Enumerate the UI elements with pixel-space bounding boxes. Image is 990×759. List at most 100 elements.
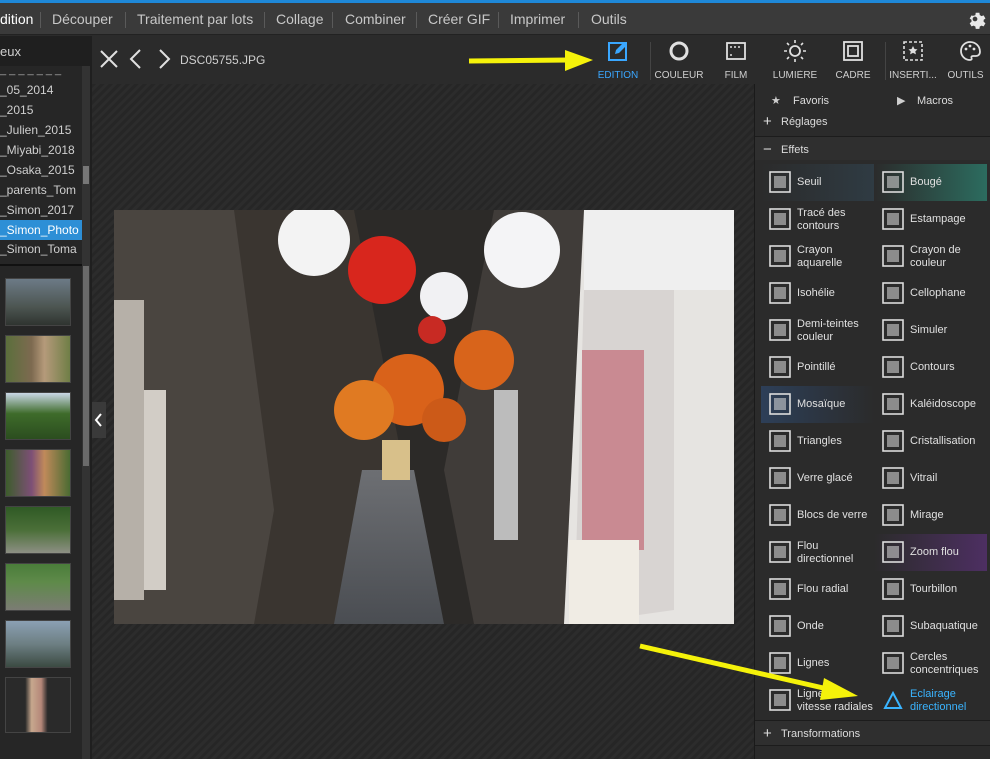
- effect-label: Mosaïque: [797, 398, 846, 410]
- menu-separator: [332, 12, 333, 28]
- mode-lumiere-button[interactable]: LUMIÈRE: [763, 36, 827, 84]
- reglages-section[interactable]: + Réglages: [755, 112, 990, 132]
- effect-label: Blocs de verre: [797, 509, 868, 521]
- effect-label: Triangles: [797, 435, 842, 447]
- thumbnail-scrollbar-thumb[interactable]: [83, 266, 89, 466]
- mode-outils-button[interactable]: OUTILS: [941, 36, 990, 84]
- effect-label: Estampage: [910, 213, 966, 225]
- folder-item[interactable]: _parents_Tom: [0, 180, 82, 200]
- effect-label: Flou radial: [797, 583, 849, 595]
- effect-trace-contours-button[interactable]: Tracé des contours: [761, 201, 874, 238]
- effect-directional-blur-button[interactable]: Flou directionnel: [761, 534, 874, 571]
- effect-swirl-button[interactable]: Tourbillon: [874, 571, 987, 608]
- menu-traitement-par-lots[interactable]: Traitement par lots: [137, 3, 253, 35]
- effect-label: Cristallisation: [910, 435, 976, 447]
- menu-creer-gif[interactable]: Créer GIF: [428, 3, 490, 35]
- effect-concentric-circles-button[interactable]: Cercles concentriques: [874, 645, 987, 682]
- menu-combiner[interactable]: Combiner: [345, 3, 406, 35]
- favoris-tab[interactable]: Favoris: [793, 95, 829, 107]
- menu-outils[interactable]: Outils: [591, 3, 627, 35]
- effect-label: Bougé: [910, 176, 942, 188]
- folder-item[interactable]: _05_2014: [0, 80, 82, 100]
- folder-tree-header: eux: [0, 44, 21, 59]
- effect-emboss-button[interactable]: Estampage: [874, 201, 987, 238]
- effect-frosted-glass-button[interactable]: Verre glacé: [761, 460, 874, 497]
- folder-item[interactable]: _Miyabi_2018: [0, 140, 82, 160]
- mode-insertion-button[interactable]: INSERTI...: [881, 36, 945, 84]
- effect-pencil-button[interactable]: Crayon de couleur: [874, 238, 987, 275]
- menu-decouper[interactable]: Découper: [52, 3, 113, 35]
- annotation-arrow-edition: [468, 50, 593, 71]
- thumbnail-scrollbar[interactable]: [82, 266, 90, 759]
- mode-film-button[interactable]: FILM: [704, 36, 768, 84]
- effect-watercolor-button[interactable]: Crayon aquarelle: [761, 238, 874, 275]
- thumbnail[interactable]: [5, 392, 71, 440]
- effect-cellophane-button[interactable]: Cellophane: [874, 275, 987, 312]
- thumbnail[interactable]: [5, 335, 71, 383]
- folder-item[interactable]: _Simon_2017: [0, 200, 82, 220]
- effect-label: Contours: [910, 361, 955, 373]
- folder-item[interactable]: _Osaka_2015: [0, 160, 82, 180]
- effect-mosaic-button[interactable]: Mosaïque: [761, 386, 874, 423]
- shake-icon: [882, 171, 904, 193]
- folder-scrollbar[interactable]: [82, 66, 90, 294]
- thumbnail[interactable]: [5, 449, 71, 497]
- effect-threshold-button[interactable]: Seuil: [761, 164, 874, 201]
- effect-pointillism-button[interactable]: Pointillé: [761, 349, 874, 386]
- menu-imprimer[interactable]: Imprimer: [510, 3, 565, 35]
- effect-triangles-button[interactable]: Triangles: [761, 423, 874, 460]
- mirage-icon: [882, 504, 904, 526]
- menu-collage[interactable]: Collage: [276, 3, 323, 35]
- menu-edition[interactable]: dition: [0, 3, 33, 35]
- chevron-left-icon[interactable]: [126, 48, 148, 70]
- thumbnail[interactable]: [5, 506, 71, 554]
- effect-mirage-button[interactable]: Mirage: [874, 497, 987, 534]
- effect-simulate-button[interactable]: Simuler: [874, 312, 987, 349]
- effect-underwater-button[interactable]: Subaquatique: [874, 608, 987, 645]
- collapse-left-panel-button[interactable]: [92, 402, 106, 438]
- effect-radial-blur-button[interactable]: Flou radial: [761, 571, 874, 608]
- close-icon[interactable]: [98, 48, 120, 70]
- zoom-blur-icon: [882, 541, 904, 563]
- effect-posterize-button[interactable]: Isohélie: [761, 275, 874, 312]
- effect-stained-glass-button[interactable]: Vitrail: [874, 460, 987, 497]
- effect-label: Cellophane: [910, 287, 966, 299]
- thumbnail[interactable]: [5, 563, 71, 611]
- folder-scrollbar-thumb[interactable]: [83, 166, 89, 184]
- folder-item-partial[interactable]: _ _ _ _ _ _ _: [0, 66, 82, 80]
- folder-item[interactable]: _2015: [0, 100, 82, 120]
- effect-shake-button[interactable]: Bougé: [874, 164, 987, 201]
- contours-icon: [882, 356, 904, 378]
- folder-item[interactable]: _Julien_2015: [0, 120, 82, 140]
- effect-halftone-button[interactable]: Demi-teintes couleur: [761, 312, 874, 349]
- thumbnail[interactable]: [5, 278, 71, 326]
- effect-label: Subaquatique: [910, 620, 978, 632]
- thumbnail[interactable]: [5, 677, 71, 733]
- effect-crystallize-button[interactable]: Cristallisation: [874, 423, 987, 460]
- mode-cadre-button[interactable]: CADRE: [821, 36, 885, 84]
- effect-directional-light-button[interactable]: Eclairage directionnel: [874, 682, 987, 719]
- mode-edition-button[interactable]: EDITION: [586, 36, 650, 84]
- transformations-section-header[interactable]: + Transformations: [755, 720, 990, 746]
- thumbnail[interactable]: [5, 620, 71, 668]
- chevron-right-icon[interactable]: [152, 48, 174, 70]
- gear-icon[interactable]: [964, 8, 986, 30]
- effect-kaleidoscope-button[interactable]: Kaléidoscope: [874, 386, 987, 423]
- menu-separator: [264, 12, 265, 28]
- effect-label: Vitrail: [910, 472, 938, 484]
- effect-glass-blocks-button[interactable]: Blocs de verre: [761, 497, 874, 534]
- macros-tab[interactable]: Macros: [917, 95, 953, 107]
- annotation-arrow-effect: [639, 643, 858, 700]
- mode-couleur-button[interactable]: COULEUR: [647, 36, 711, 84]
- palette-icon: [960, 41, 981, 61]
- effect-label: Pointillé: [797, 361, 836, 373]
- effect-zoom-blur-button[interactable]: Zoom flou: [874, 534, 987, 571]
- folder-item-selected[interactable]: _Simon_Photo: [0, 220, 82, 240]
- menu-separator: [40, 12, 41, 28]
- folder-item[interactable]: _Simon_Toma: [0, 242, 82, 256]
- effect-label: Demi-teintes couleur: [797, 317, 859, 343]
- effect-contours-button[interactable]: Contours: [874, 349, 987, 386]
- plus-icon: +: [763, 725, 772, 742]
- photo-preview[interactable]: [114, 210, 734, 624]
- effets-section-header[interactable]: − Effets: [755, 136, 990, 162]
